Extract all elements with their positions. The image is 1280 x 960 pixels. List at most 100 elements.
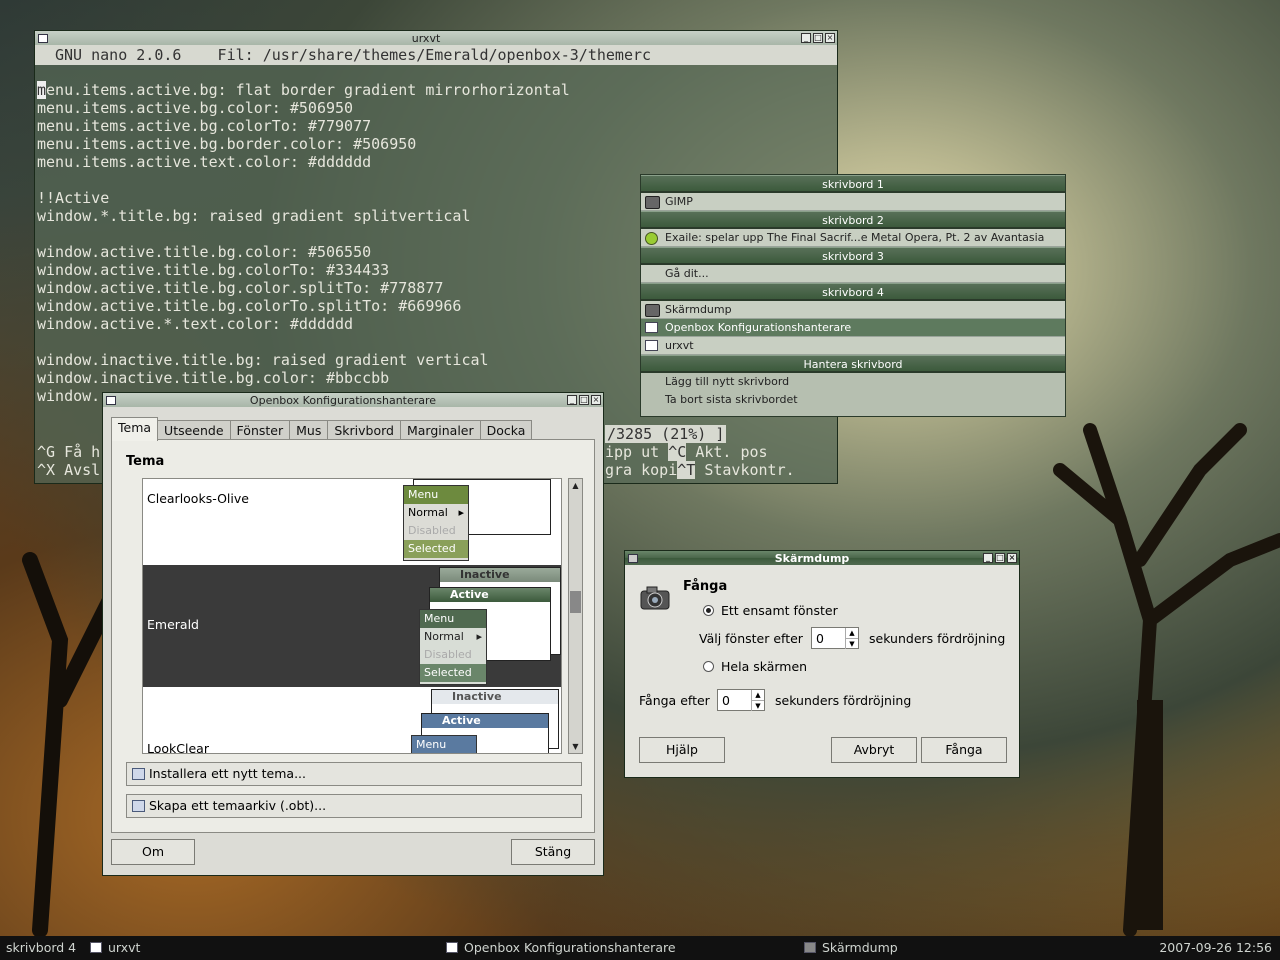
spin-up-icon[interactable]: ▲ — [751, 690, 764, 700]
menu-item[interactable]: Exaile: spelar upp The Final Sacrif...e … — [641, 229, 1065, 247]
theme-row-emerald[interactable]: Emerald Inactive Active Menu Normal ▸ Dis… — [143, 565, 561, 687]
preview-menu: Menu Normal ▸ Disabled Selected — [419, 609, 487, 685]
urxvt-titlebar[interactable]: urxvt _ □ × — [35, 31, 837, 45]
capture-delay-suffix: sekunders fördröjning — [775, 693, 912, 708]
camera-icon — [804, 942, 816, 953]
preview-disabled: Disabled — [424, 648, 472, 661]
preview-inactive-title: Inactive — [432, 690, 558, 704]
terminal-line: menu.items.active.text.color: #dddddd — [37, 153, 372, 171]
screenshot-titlebar[interactable]: Skärmdump _ □ × — [625, 551, 1019, 565]
spin-up-icon[interactable]: ▲ — [845, 628, 858, 638]
menu-item[interactable]: Openbox Konfigurationshanterare — [641, 319, 1065, 337]
minimize-icon[interactable]: _ — [567, 395, 577, 405]
close-icon[interactable]: × — [825, 33, 835, 43]
shortcut-mid: gra kopi — [605, 461, 678, 479]
terminal-icon — [645, 340, 658, 351]
preview-normal: Normal ▸ — [408, 506, 464, 519]
capture-delay-value: 0 — [722, 693, 730, 708]
menu-section-header: skrivbord 4 — [641, 283, 1065, 301]
clock: 2007-09-26 12:56 — [1159, 940, 1272, 955]
spin-down-icon[interactable]: ▼ — [845, 638, 858, 649]
menu-item[interactable]: Ta bort sista skrivbordet — [641, 391, 1065, 409]
window-title: urxvt — [411, 31, 441, 45]
capture-delay-spinner[interactable]: 0 ▲ ▼ — [717, 689, 765, 711]
tab-tema[interactable]: Tema — [111, 417, 159, 441]
cancel-button[interactable]: Avbryt — [831, 737, 917, 763]
menu-item-label: Skärmdump — [665, 302, 732, 316]
theme-row-lookclear[interactable]: LookClear Inactive Active Menu — [143, 687, 561, 753]
window-title: Openbox Konfigurationshanterare — [249, 393, 437, 407]
maximize-icon[interactable]: □ — [579, 395, 589, 405]
help-button[interactable]: Hjälp — [639, 737, 725, 763]
task-label: urxvt — [108, 940, 141, 955]
menu-item-label: Openbox Konfigurationshanterare — [665, 320, 852, 334]
terminal-line: menu.items.active.bg.colorTo: #779077 — [37, 117, 372, 135]
spin-down-icon[interactable]: ▼ — [751, 700, 764, 711]
close-button[interactable]: Stäng — [511, 839, 595, 865]
tab-marginaler[interactable]: Marginaler — [399, 420, 481, 441]
about-button[interactable]: Om — [111, 839, 195, 865]
gimp-icon — [645, 196, 660, 209]
camera-icon — [640, 586, 670, 610]
folder-icon — [132, 768, 145, 780]
scroll-thumb[interactable] — [570, 591, 581, 613]
task-urxvt[interactable]: urxvt — [90, 936, 140, 960]
menu-item[interactable]: urxvt — [641, 337, 1065, 355]
close-icon[interactable]: × — [1007, 553, 1017, 563]
menu-item-label: Lägg till nytt skrivbord — [665, 375, 790, 388]
maximize-icon[interactable]: □ — [813, 33, 823, 43]
install-theme-button[interactable]: Installera ett nytt tema... — [126, 762, 582, 786]
create-archive-button[interactable]: Skapa ett temaarkiv (.obt)... — [126, 794, 582, 818]
capture-heading: Fånga — [683, 579, 728, 594]
theme-row-clearlooks[interactable]: Clearlooks-Olive Menu Normal ▸ Disabled S… — [143, 479, 561, 563]
obconf-titlebar[interactable]: Openbox Konfigurationshanterare _ □ × — [103, 393, 603, 407]
tab-fönster[interactable]: Fönster — [229, 420, 291, 441]
menu-item[interactable]: GIMP — [641, 193, 1065, 211]
tab-docka[interactable]: Docka — [479, 420, 533, 441]
shortcut-label: Stavkontr. — [704, 461, 795, 479]
capture-after-label: Fånga efter — [639, 693, 710, 708]
shortcut-row-1: ^G Få h — [37, 443, 100, 461]
preview-active-title: Active — [430, 588, 550, 602]
window-icon — [446, 942, 458, 953]
window-delay-spinner[interactable]: 0 ▲ ▼ — [811, 627, 859, 649]
obconf-window[interactable]: Openbox Konfigurationshanterare _ □ × Te… — [102, 392, 604, 876]
maximize-icon[interactable]: □ — [995, 553, 1005, 563]
terminal-line: menu.items.active.bg.border.color: #5069… — [37, 135, 417, 153]
theme-list[interactable]: Clearlooks-Olive Menu Normal ▸ Disabled S… — [142, 478, 562, 754]
window-menu-icon[interactable] — [628, 553, 638, 563]
minimize-icon[interactable]: _ — [801, 33, 811, 43]
window-icon — [645, 322, 658, 333]
menu-item[interactable]: Gå dit... — [641, 265, 1065, 283]
scroll-up-icon[interactable]: ▲ — [569, 479, 582, 492]
menu-item[interactable]: Lägg till nytt skrivbord — [641, 373, 1065, 391]
preview-inactive-title: Inactive — [440, 568, 560, 582]
window-delay-suffix: sekunders fördröjning — [869, 631, 1006, 646]
task-screenshot[interactable]: Skärmdump — [804, 936, 898, 960]
window-menu-icon[interactable] — [106, 395, 116, 405]
single-window-label: Ett ensamt fönster — [721, 603, 838, 618]
tab-bar: Tema Utseende Fönster Mus Skrivbord Marginale… — [111, 417, 533, 441]
preview-menu-title: Menu — [420, 610, 486, 628]
tab-skrivbord[interactable]: Skrivbord — [327, 420, 401, 441]
task-obconf[interactable]: Openbox Konfigurationshanterare — [446, 936, 676, 960]
minimize-icon[interactable]: _ — [983, 553, 993, 563]
window-menu-icon[interactable] — [38, 33, 48, 43]
desktop-menu[interactable]: skrivbord 1 GIMP skrivbord 2 Exaile: spelar… — [640, 174, 1066, 417]
preview-normal: Normal ▸ — [424, 630, 482, 643]
theme-list-scrollbar[interactable]: ▲ ▼ — [568, 478, 583, 754]
capture-button[interactable]: Fånga — [921, 737, 1007, 763]
close-icon[interactable]: × — [591, 395, 601, 405]
radio-whole-screen[interactable] — [703, 661, 714, 672]
desktop-name[interactable]: skrivbord 4 — [6, 936, 76, 960]
preview-menu-title: Menu — [404, 486, 468, 504]
screenshot-dialog[interactable]: Skärmdump _ □ × Fånga Ett ensamt fönster… — [624, 550, 1020, 778]
scroll-down-icon[interactable]: ▼ — [569, 740, 582, 753]
radio-single-window[interactable] — [703, 605, 714, 616]
preview-disabled: Disabled — [408, 524, 456, 537]
tab-utseende[interactable]: Utseende — [157, 420, 231, 441]
menu-section-header: skrivbord 3 — [641, 247, 1065, 265]
menu-item[interactable]: Skärmdump — [641, 301, 1065, 319]
tab-mus[interactable]: Mus — [289, 420, 329, 441]
create-archive-label: Skapa ett temaarkiv (.obt)... — [149, 798, 327, 813]
